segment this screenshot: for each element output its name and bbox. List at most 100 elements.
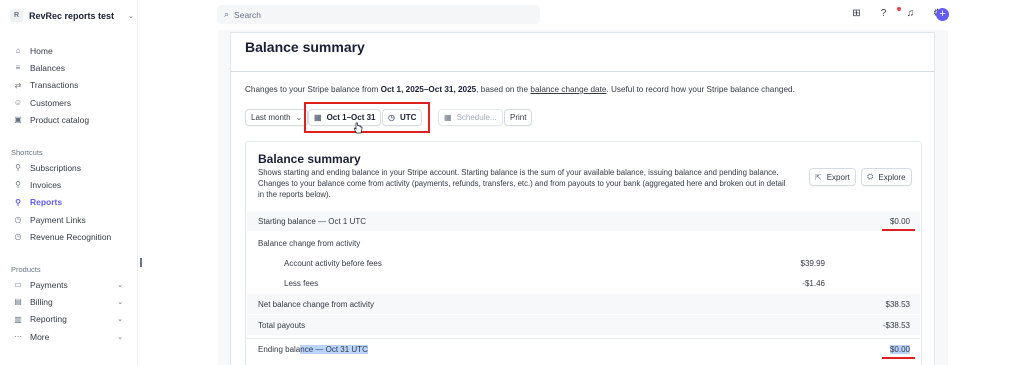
sidebar-item-more[interactable]: ⋯ More ⌄ bbox=[13, 328, 133, 345]
sidebar-item-balances[interactable]: ≡ Balances bbox=[13, 59, 133, 76]
page-title: Balance summary bbox=[245, 39, 365, 55]
desc-date-range: Oct 1, 2025–Oct 31, 2025 bbox=[380, 85, 477, 94]
starting-balance-row: Starting balance — Oct 1 UTC $0.00 bbox=[247, 211, 920, 231]
sidebar-item-label: Payments bbox=[30, 279, 68, 290]
plus-icon: + bbox=[939, 8, 946, 20]
box-icon: ▣ bbox=[14, 115, 22, 125]
annotation-underline bbox=[882, 357, 915, 359]
account-logo: R bbox=[10, 9, 23, 22]
sidebar-item-label: Reporting bbox=[30, 314, 67, 325]
chevron-down-icon: ⌄ bbox=[117, 316, 123, 324]
notification-dot bbox=[897, 7, 901, 11]
balance-summary-report: Balance summary Shows starting and endin… bbox=[245, 141, 922, 365]
sidebar-item-payments[interactable]: ▭ Payments ⌄ bbox=[13, 276, 133, 293]
apps-icon[interactable]: ⊞ bbox=[850, 7, 863, 20]
sidebar-resize-handle[interactable] bbox=[140, 258, 142, 267]
calendar-icon: ▦ bbox=[444, 113, 452, 122]
shortcuts-nav: ⚲ Subscriptions ⚲ Invoices ⚲ Reports ◷ P… bbox=[13, 159, 133, 245]
sidebar-item-reporting[interactable]: ▥ Reporting ⌄ bbox=[13, 311, 133, 328]
explore-icon: ⛭ bbox=[867, 172, 874, 181]
desc-text: . Useful to record how your Stripe balan… bbox=[606, 85, 795, 94]
chart-icon: ▥ bbox=[14, 314, 22, 324]
sidebar-item-product-catalog[interactable]: ▣ Product catalog bbox=[13, 111, 133, 128]
user-icon: ☺ bbox=[13, 98, 23, 108]
row-label: Less fees bbox=[284, 279, 319, 288]
chevron-down-icon: ⌄ bbox=[295, 113, 303, 122]
search-icon: ⌕ bbox=[224, 9, 230, 19]
row-label: Account activity before fees bbox=[284, 259, 382, 268]
desc-text: , based on the bbox=[476, 85, 531, 94]
products-nav: ▭ Payments ⌄ ▤ Billing ⌄ ▥ Reporting ⌄ ⋯… bbox=[13, 276, 133, 345]
sidebar-item-subscriptions[interactable]: ⚲ Subscriptions bbox=[13, 159, 133, 176]
row-label-part: Ending bala bbox=[258, 345, 301, 354]
chevron-down-icon: ⌄ bbox=[117, 333, 123, 341]
sidebar-item-label: Reports bbox=[30, 197, 63, 208]
balances-icon: ≡ bbox=[15, 63, 21, 73]
selected-text: nce — Oct 31 UTC bbox=[300, 345, 368, 354]
products-label: Products bbox=[11, 265, 41, 274]
period-select[interactable]: Last month ⌄ bbox=[245, 109, 309, 126]
sidebar-item-home[interactable]: ⌂ Home bbox=[13, 42, 133, 59]
export-button[interactable]: ⇱ Export bbox=[809, 168, 856, 186]
sidebar-item-payment-links[interactable]: ◷ Payment Links bbox=[13, 211, 133, 228]
sidebar-item-customers[interactable]: ☺ Customers bbox=[13, 94, 133, 111]
search-bar[interactable]: ⌕ Search bbox=[217, 5, 540, 24]
sidebar-item-label: More bbox=[30, 331, 50, 342]
account-activity-row: Account activity before fees $39.99 bbox=[247, 253, 920, 273]
row-label: Net balance change from activity bbox=[258, 300, 375, 309]
divider bbox=[231, 71, 934, 72]
desc-text: Changes to your Stripe balance from bbox=[245, 85, 381, 94]
sidebar-item-billing[interactable]: ▤ Billing ⌄ bbox=[13, 293, 133, 310]
sidebar-item-invoices[interactable]: ⚲ Invoices bbox=[13, 176, 133, 193]
chevron-down-icon: ⌄ bbox=[117, 298, 123, 306]
row-value: $39.99 bbox=[800, 259, 825, 268]
ending-balance-row: Ending balance — Oct 31 UTC $0.00 bbox=[247, 338, 920, 358]
create-button[interactable]: + bbox=[936, 8, 949, 21]
sidebar-item-transactions[interactable]: ⇄ Transactions bbox=[13, 77, 133, 94]
sidebar-item-label: Home bbox=[30, 45, 53, 56]
sidebar-item-revenue-recognition[interactable]: ◷ Revenue Recognition bbox=[13, 228, 133, 245]
schedule-label: Schedule... bbox=[456, 113, 497, 122]
sidebar-item-label: Invoices bbox=[30, 179, 62, 190]
row-value: $0.00 bbox=[889, 345, 910, 354]
help-icon[interactable]: ? bbox=[877, 7, 890, 20]
home-icon: ⌂ bbox=[15, 46, 21, 56]
chevron-down-icon: ⌄ bbox=[117, 281, 123, 289]
payments-icon: ▭ bbox=[14, 280, 22, 290]
sidebar-item-label: Transactions bbox=[30, 80, 79, 91]
search-input[interactable]: Search bbox=[234, 10, 261, 20]
row-label: Starting balance — Oct 1 UTC bbox=[258, 217, 367, 226]
sidebar-item-label: Billing bbox=[30, 296, 53, 307]
dots-icon: ⋯ bbox=[14, 332, 22, 342]
clock-icon: ◷ bbox=[14, 215, 22, 225]
print-button[interactable]: Print bbox=[504, 109, 533, 126]
pin-icon: ⚲ bbox=[15, 180, 21, 190]
row-value: -$1.46 bbox=[802, 279, 825, 288]
fees-row: Less fees -$1.46 bbox=[247, 273, 920, 293]
sidebar-item-label: Balances bbox=[30, 62, 65, 73]
clock-icon: ◷ bbox=[14, 232, 22, 242]
pin-icon: ⚲ bbox=[15, 163, 21, 173]
row-label: Balance change from activity bbox=[258, 239, 361, 248]
row-value: $0.00 bbox=[889, 217, 910, 226]
sidebar-item-label: Product catalog bbox=[30, 114, 90, 125]
account-switcher[interactable]: R RevRec reports test ⌄ bbox=[10, 9, 134, 22]
shortcuts-label: Shortcuts bbox=[11, 148, 43, 157]
net-change-row: Net balance change from activity $38.53 bbox=[247, 294, 920, 314]
sidebar-item-reports[interactable]: ⚲ Reports bbox=[13, 194, 133, 211]
sidebar-item-label: Payment Links bbox=[30, 214, 86, 225]
report-title: Balance summary bbox=[258, 152, 361, 166]
sidebar-item-label: Revenue Recognition bbox=[30, 231, 112, 242]
billing-icon: ▤ bbox=[14, 297, 22, 307]
report-description: Changes to your Stripe balance from Oct … bbox=[245, 85, 795, 94]
period-select-label: Last month bbox=[251, 113, 291, 122]
hand-cursor-icon bbox=[353, 122, 363, 134]
bell-icon[interactable]: ♫ bbox=[904, 7, 917, 20]
balance-change-row: Balance change from activity bbox=[247, 233, 920, 253]
balance-change-date-link[interactable]: balance change date bbox=[530, 85, 606, 94]
row-label: Ending balance — Oct 31 UTC bbox=[258, 345, 368, 354]
arrows-icon: ⇄ bbox=[14, 80, 22, 90]
schedule-button[interactable]: ▦ Schedule... bbox=[438, 109, 503, 126]
report-card: Balance summary Changes to your Stripe b… bbox=[230, 32, 935, 365]
explore-button[interactable]: ⛭ Explore bbox=[861, 168, 912, 186]
